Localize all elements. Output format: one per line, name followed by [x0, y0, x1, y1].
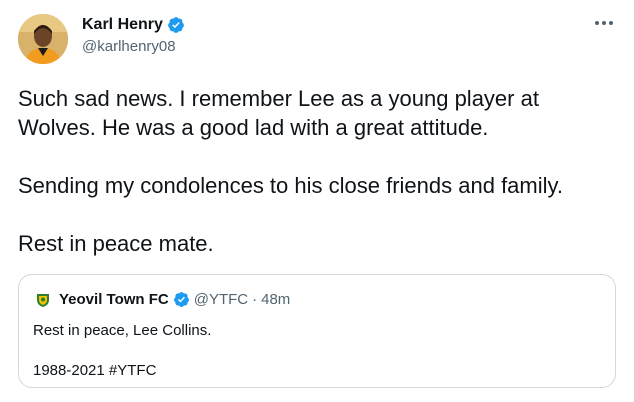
quoted-timestamp[interactable]: 48m — [261, 291, 290, 308]
tweet-text: Such sad news. I remember Lee as a young… — [18, 84, 618, 258]
avatar-photo — [18, 14, 68, 64]
tweet-paragraph: Such sad news. I remember Lee as a young… — [18, 86, 539, 140]
dot — [602, 21, 606, 25]
tweet-card[interactable]: Karl Henry @karlhenry08 Such sad news. I… — [0, 0, 634, 402]
verified-badge-icon — [173, 291, 189, 307]
quoted-author-name[interactable]: Yeovil Town FC — [59, 291, 169, 308]
quoted-line: Rest in peace, Lee Collins. — [33, 322, 212, 339]
author-display-name[interactable]: Karl Henry — [82, 16, 163, 34]
verified-badge-icon — [168, 17, 184, 33]
author-handle[interactable]: @karlhenry08 — [82, 38, 185, 55]
separator-dot: · — [252, 290, 258, 308]
quoted-author-handle[interactable]: @YTFC — [194, 291, 248, 308]
tweet-paragraph: Sending my condolences to his close frie… — [18, 173, 563, 198]
club-crest-icon[interactable] — [33, 289, 53, 309]
author-block: Karl Henry @karlhenry08 — [82, 14, 185, 55]
author-avatar[interactable] — [18, 14, 68, 64]
dot — [595, 21, 599, 25]
more-options-ellipsis-icon[interactable] — [592, 14, 616, 32]
dot — [609, 21, 613, 25]
tweet-paragraph: Rest in peace mate. — [18, 231, 214, 256]
quoted-line: 1988-2021 #YTFC — [33, 362, 157, 379]
quoted-tweet-text: Rest in peace, Lee Collins. 1988-2021 #Y… — [33, 321, 211, 381]
quoted-tweet[interactable]: Yeovil Town FC @YTFC · 48m Rest in peace… — [18, 274, 616, 388]
quoted-tweet-header: Yeovil Town FC @YTFC · 48m — [33, 289, 290, 309]
